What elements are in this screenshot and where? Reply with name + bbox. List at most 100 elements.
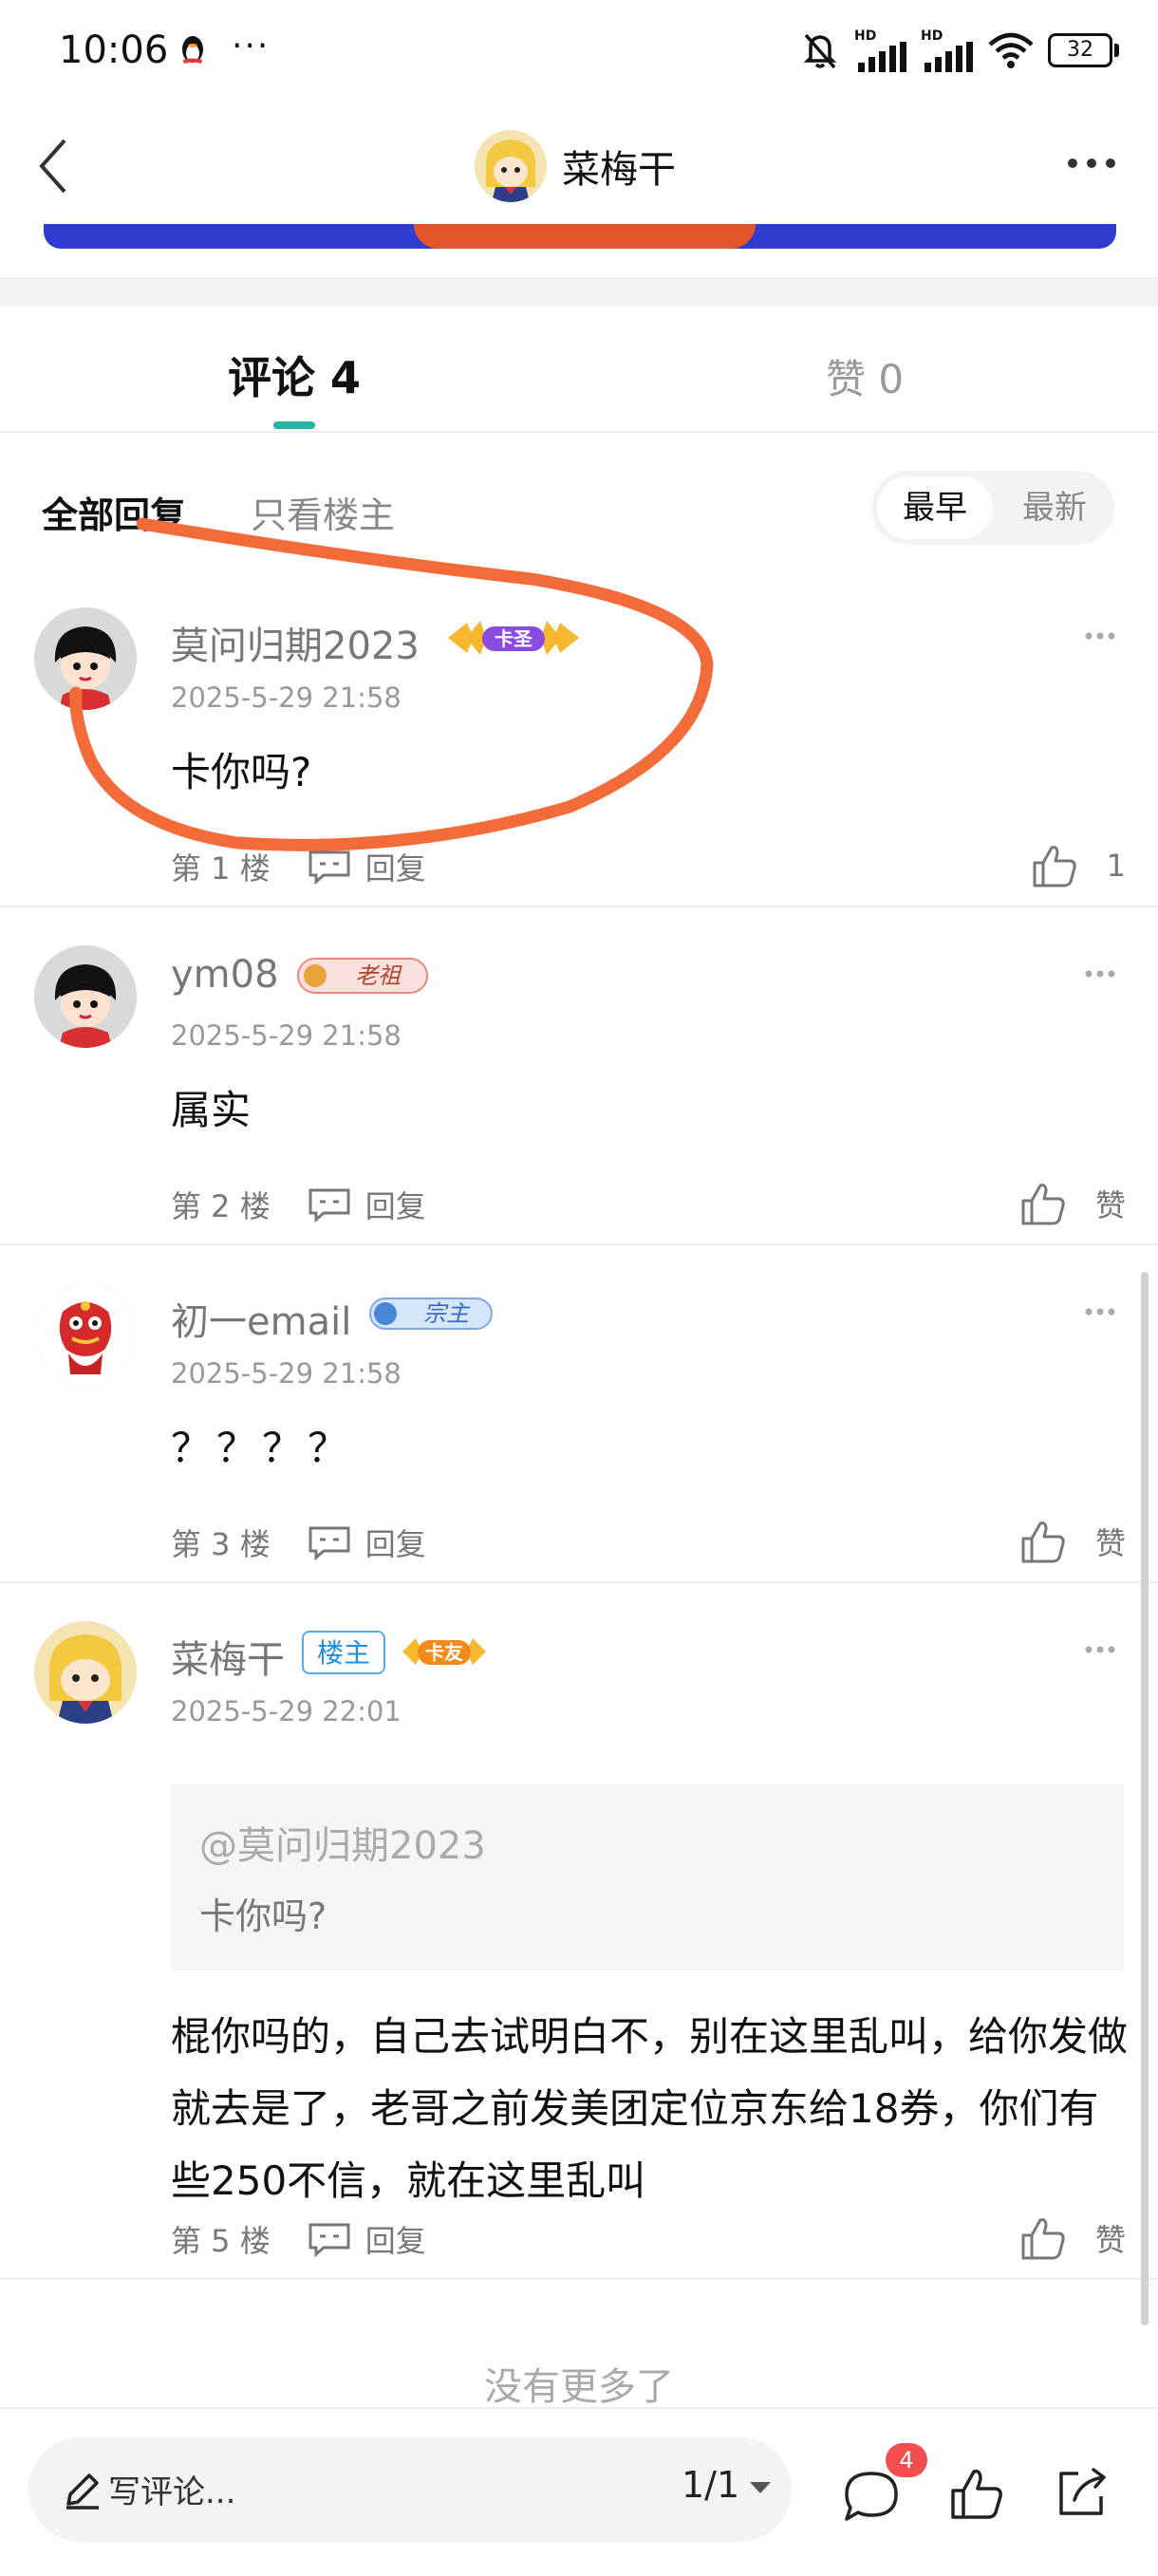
comment-footer: 第 5 楼 回复 — [171, 2215, 426, 2263]
battery-icon: 32 — [1048, 33, 1120, 67]
scrollbar[interactable] — [1141, 1272, 1149, 2325]
reply-label: 回复 — [364, 1188, 426, 1224]
reply-button[interactable]: 回复 — [307, 845, 426, 888]
qq-penguin-icon — [182, 36, 203, 64]
no-more-text: 没有更多了 — [484, 2365, 674, 2409]
tab-indicator — [273, 421, 315, 429]
comment-username[interactable]: ym08 — [171, 953, 279, 997]
floor-number: 第 5 楼 — [171, 2223, 271, 2259]
like-label: 赞 — [1094, 1525, 1126, 1561]
mute-bell-icon — [803, 33, 837, 69]
comment-footer: 第 1 楼 回复 — [171, 843, 426, 890]
avatar[interactable] — [34, 1283, 137, 1386]
badge-label: 卡友 — [425, 1641, 463, 1664]
like-button[interactable]: 1 — [1031, 839, 1126, 892]
reply-label: 回复 — [364, 850, 426, 887]
filter-owner-only[interactable]: 只看楼主 — [251, 486, 395, 538]
section-separator — [0, 277, 1158, 306]
comment-footer: 第 3 楼 回复 — [171, 1519, 426, 1566]
comment-count-badge: 4 — [886, 2443, 927, 2477]
pencil-icon — [66, 2473, 99, 2510]
avatar — [475, 130, 547, 202]
comment-date: 2025-5-29 22:01 — [171, 1695, 402, 1727]
quote-username: @莫问归期2023 — [199, 1824, 486, 1868]
divider — [0, 1243, 1158, 1245]
divider — [0, 1581, 1158, 1583]
reply-icon — [308, 1188, 350, 1223]
comment-text[interactable]: ？？？？ — [171, 1416, 353, 1474]
avatar[interactable] — [34, 1621, 137, 1724]
like-label: 赞 — [1094, 2222, 1126, 2258]
floor-number: 第 3 楼 — [171, 1526, 271, 1562]
thumbs-up-icon[interactable] — [949, 2466, 1004, 2523]
tab-divider — [0, 431, 1158, 433]
comment-username[interactable]: 菜梅干 — [171, 1629, 285, 1684]
tab-comments[interactable]: 评论 4 — [228, 344, 361, 406]
header-user[interactable]: 菜梅干 — [475, 128, 676, 204]
sort-earliest[interactable]: 最早 — [877, 476, 993, 539]
like-button[interactable]: 赞 — [1019, 2212, 1126, 2265]
caret-down-icon[interactable] — [748, 2480, 773, 2495]
comment-date: 2025-5-29 21:58 — [171, 1019, 402, 1052]
comment-username[interactable]: 初一email — [171, 1291, 351, 1346]
floor-number: 第 2 楼 — [171, 1188, 271, 1224]
back-button[interactable] — [27, 133, 80, 199]
reply-button[interactable]: 回复 — [307, 1183, 426, 1226]
comment-placeholder: 写评论... — [108, 2473, 236, 2511]
divider — [0, 905, 1158, 907]
comment-username[interactable]: 莫问归期2023 — [171, 615, 420, 670]
avatar[interactable] — [34, 607, 137, 710]
badge-label: 宗主 — [423, 1300, 469, 1327]
tab-likes[interactable]: 赞 0 — [826, 347, 904, 405]
comment-more-icon[interactable] — [1084, 1306, 1116, 1317]
quote-text: 卡你吗? — [199, 1895, 327, 1937]
bottom-bar: 写评论... 1/1 4 — [0, 2407, 1158, 2576]
comment-text[interactable]: 属实 — [171, 1078, 251, 1136]
signal-icon: HD — [921, 28, 974, 72]
comment-text[interactable]: 棍你吗的，自己去试明白不，别在这里乱叫，给你发做就去是了，老哥之前发美团定位京东… — [171, 2001, 1130, 2217]
comment-more-icon[interactable] — [1084, 630, 1116, 642]
wifi-icon — [988, 32, 1034, 68]
battery-level: 32 — [1067, 38, 1093, 62]
thumbs-up-icon — [1033, 846, 1076, 887]
sort-newest[interactable]: 最新 — [1000, 476, 1109, 539]
comment-more-icon[interactable] — [1084, 968, 1116, 980]
reply-icon — [308, 1526, 350, 1560]
post-banner-strip — [44, 224, 1116, 249]
signal-icon: HD — [854, 28, 907, 72]
reply-label: 回复 — [364, 1526, 426, 1562]
reply-icon — [308, 850, 350, 885]
filter-all-replies[interactable]: 全部回复 — [42, 486, 186, 538]
divider — [0, 2278, 1158, 2280]
comment-text[interactable]: 卡你吗? — [171, 740, 311, 798]
status-time: 10:06 — [59, 28, 169, 72]
level-badge: 老祖 — [294, 953, 431, 999]
thumbs-up-icon — [1021, 2218, 1065, 2260]
comment-date: 2025-5-29 21:58 — [171, 681, 402, 714]
thumbs-up-icon — [1021, 1521, 1065, 1563]
comment-input[interactable]: 写评论... 1/1 — [28, 2437, 792, 2542]
reply-icon — [308, 2223, 350, 2257]
level-badge: 卡圣 — [442, 615, 585, 661]
comment-footer: 第 2 楼 回复 — [171, 1181, 426, 1228]
quoted-comment[interactable]: @莫问归期2023 卡你吗? — [171, 1784, 1124, 1970]
reply-button[interactable]: 回复 — [307, 1521, 426, 1564]
status-icons: HD HD 32 — [799, 27, 1120, 74]
thumbs-up-icon — [1021, 1184, 1065, 1225]
badge-label: 老祖 — [355, 962, 401, 989]
like-count: 1 — [1106, 848, 1126, 884]
comment-icon[interactable] — [841, 2468, 902, 2525]
like-button[interactable]: 赞 — [1019, 1177, 1126, 1230]
page-title: 菜梅干 — [562, 148, 676, 192]
more-horizontal-icon[interactable] — [1063, 144, 1120, 182]
sort-toggle: 最早 最新 — [871, 471, 1114, 545]
like-button[interactable]: 赞 — [1019, 1515, 1126, 1568]
avatar[interactable] — [34, 945, 137, 1048]
reply-label: 回复 — [364, 2223, 426, 2259]
share-icon[interactable] — [1052, 2464, 1111, 2523]
page-indicator[interactable]: 1/1 — [682, 2464, 739, 2506]
level-badge: 卡友 — [397, 1629, 492, 1674]
comment-more-icon[interactable] — [1084, 1644, 1116, 1655]
reply-button[interactable]: 回复 — [307, 2217, 426, 2261]
status-more: ··· — [232, 27, 271, 65]
